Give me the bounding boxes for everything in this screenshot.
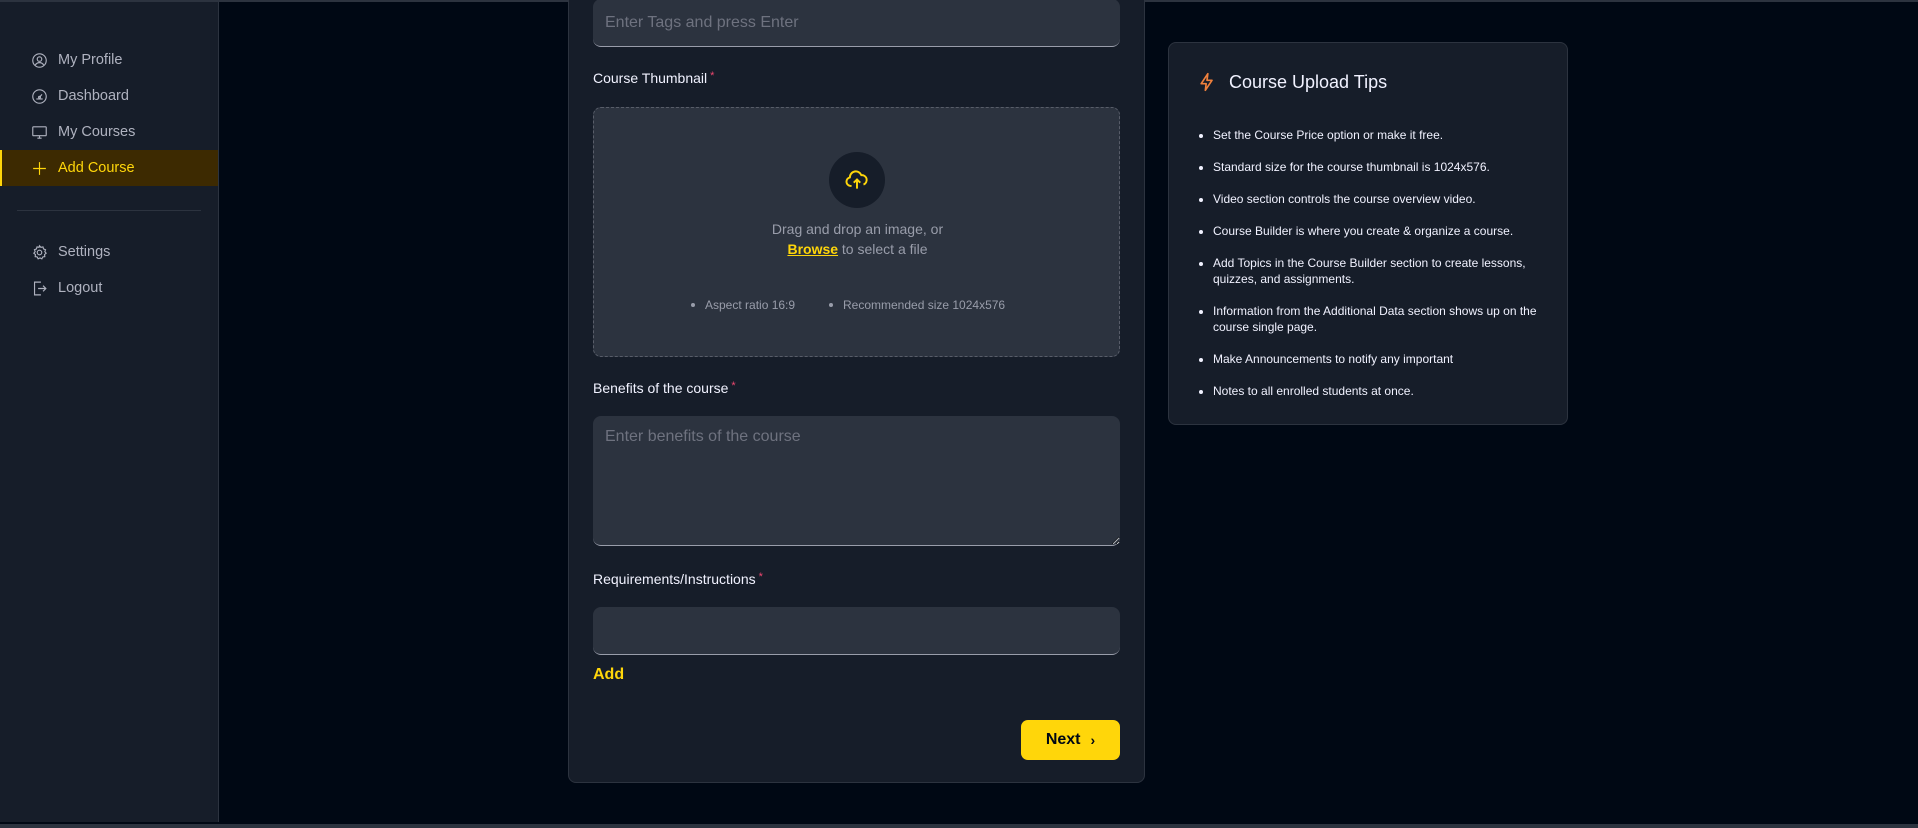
list-item: Make Announcements to notify any importa… [1213, 351, 1548, 367]
thumbnail-label: Course Thumbnail * [593, 70, 715, 86]
bottom-border [0, 824, 1918, 828]
gear-icon [30, 243, 48, 261]
requirements-label: Requirements/Instructions * [593, 571, 763, 587]
upload-instructions: Drag and drop an image, or Browse to sel… [594, 219, 1121, 259]
sidebar-item-label: Logout [58, 280, 103, 296]
sidebar: My Profile Dashboard My Courses Add Cour… [0, 2, 219, 822]
sidebar-item-label: Add Course [58, 160, 135, 176]
requirements-input[interactable] [593, 607, 1120, 655]
sidebar-item-label: My Courses [58, 124, 136, 140]
add-requirement-button[interactable]: Add [593, 666, 624, 684]
sidebar-item-label: Dashboard [58, 88, 129, 104]
course-information-form: Course Thumbnail* Drag and drop an image… [568, 0, 1145, 783]
tags-input[interactable] [593, 0, 1120, 47]
lightning-icon [1200, 72, 1213, 92]
course-upload-tips: Course Upload Tips Set the Course Price … [1168, 42, 1568, 425]
tips-list: Set the Course Price option or make it f… [1213, 127, 1548, 415]
sidebar-item-add-course[interactable]: Add Course [0, 150, 218, 186]
logout-icon [30, 279, 48, 297]
chevron-right-icon: › [1090, 732, 1096, 748]
monitor-icon [30, 123, 48, 141]
sidebar-divider [17, 210, 201, 211]
cloud-upload-icon [845, 170, 868, 189]
select-file-text: to select a file [838, 241, 928, 257]
next-button-label: Next [1045, 731, 1081, 748]
required-mark: * [710, 70, 715, 82]
next-button[interactable]: Next › [1021, 720, 1120, 760]
sidebar-item-dashboard[interactable]: Dashboard [0, 78, 218, 114]
recommended-size-hint: Recommended size 1024x576 [829, 298, 1005, 312]
required-mark: * [731, 380, 736, 392]
sidebar-item-label: Settings [58, 244, 111, 260]
benefits-label: Benefits of the course * [593, 380, 736, 396]
thumbnail-dropzone[interactable]: Drag and drop an image, or Browse to sel… [593, 107, 1120, 357]
browse-link[interactable]: Browse [787, 241, 838, 257]
required-mark: * [758, 571, 763, 583]
sidebar-item-label: My Profile [58, 52, 123, 68]
plus-icon [30, 159, 48, 177]
user-circle-icon [30, 51, 48, 69]
gauge-icon [30, 87, 48, 105]
list-item: Notes to all enrolled students at once. [1213, 383, 1548, 399]
list-item: Course Builder is where you create & org… [1213, 223, 1548, 239]
upload-button[interactable] [829, 152, 885, 208]
list-item: Video section controls the course overvi… [1213, 191, 1548, 207]
drag-drop-text: Drag and drop an image, or [771, 221, 944, 237]
sidebar-item-settings[interactable]: Settings [0, 234, 218, 270]
tips-header: Course Upload Tips [1197, 71, 1387, 93]
aspect-ratio-hint: Aspect ratio 16:9 [691, 298, 795, 312]
list-item: Set the Course Price option or make it f… [1213, 127, 1548, 143]
list-item: Information from the Additional Data sec… [1213, 303, 1548, 335]
sidebar-item-my-profile[interactable]: My Profile [0, 42, 218, 78]
benefits-textarea[interactable] [593, 416, 1120, 546]
list-item: Standard size for the course thumbnail i… [1213, 159, 1548, 175]
list-item: Add Topics in the Course Builder section… [1213, 255, 1548, 287]
tips-title: Course Upload Tips [1229, 71, 1388, 92]
sidebar-item-logout[interactable]: Logout [0, 270, 218, 306]
sidebar-item-my-courses[interactable]: My Courses [0, 114, 218, 150]
